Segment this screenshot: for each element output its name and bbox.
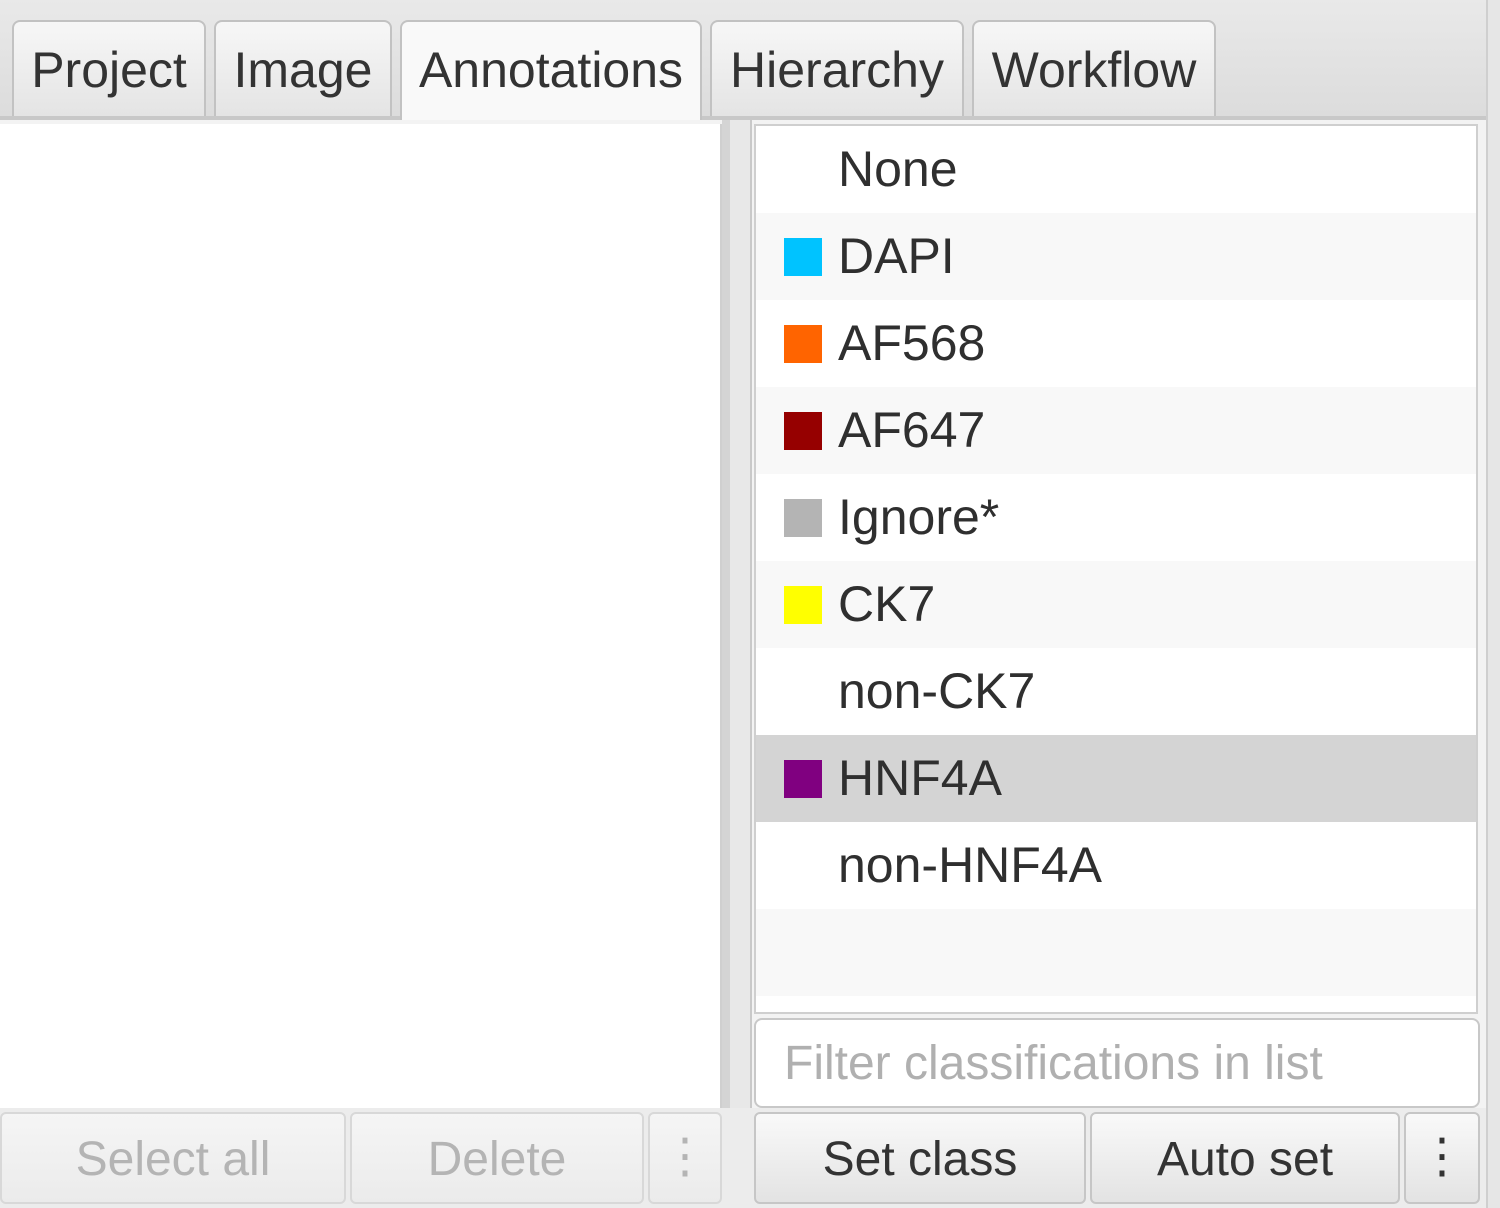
classification-label: non-HNF4A	[838, 837, 1102, 893]
classification-label: AF647	[838, 402, 986, 458]
classification-item[interactable]: HNF4A	[756, 735, 1476, 822]
classification-item[interactable]: non-HNF4A	[756, 822, 1476, 909]
classification-item[interactable]: non-CK7	[756, 648, 1476, 735]
class-color-swatch	[784, 412, 822, 450]
class-color-swatch	[784, 499, 822, 537]
classification-item[interactable]: DAPI	[756, 213, 1476, 300]
empty-list-row	[756, 996, 1476, 1012]
set-class-button[interactable]: Set class	[754, 1112, 1086, 1204]
annotations-more-options-button[interactable]: ⋮	[648, 1112, 722, 1204]
tab-annotations[interactable]: Annotations	[400, 20, 702, 120]
classification-item[interactable]: None	[756, 126, 1476, 213]
select-all-button[interactable]: Select all	[0, 1112, 346, 1204]
tab-image[interactable]: Image	[214, 20, 392, 116]
class-color-swatch	[784, 586, 822, 624]
classification-more-options-button[interactable]: ⋮	[1404, 1112, 1480, 1204]
tab-project[interactable]: Project	[12, 20, 206, 116]
classification-label: HNF4A	[838, 750, 1002, 806]
classification-list[interactable]: None DAPI AF568 AF647 Ignore* CK7 non-CK7 HNF4A…	[754, 124, 1478, 1014]
classification-item[interactable]: AF568	[756, 300, 1476, 387]
classification-label: None	[838, 141, 958, 197]
split-pane-divider[interactable]	[722, 120, 752, 1208]
tab-workflow[interactable]: Workflow	[972, 20, 1216, 116]
window-edge	[1486, 0, 1500, 1208]
tab-hierarchy[interactable]: Hierarchy	[710, 20, 964, 116]
annotation-list[interactable]	[0, 124, 722, 1108]
classification-label: non-CK7	[838, 663, 1036, 719]
auto-set-button[interactable]: Auto set	[1090, 1112, 1400, 1204]
classification-item[interactable]: CK7	[756, 561, 1476, 648]
classification-label: CK7	[838, 576, 936, 632]
class-color-swatch	[784, 760, 822, 798]
qupath-annotations-panel: Project Image Annotations Hierarchy Work…	[0, 0, 1500, 1208]
empty-list-row	[756, 909, 1476, 996]
classification-item[interactable]: Ignore*	[756, 474, 1476, 561]
filter-classifications-input[interactable]	[754, 1018, 1480, 1108]
classification-label: DAPI	[838, 228, 955, 284]
delete-button[interactable]: Delete	[350, 1112, 644, 1204]
tab-bar: Project Image Annotations Hierarchy Work…	[0, 0, 1486, 120]
class-color-swatch	[784, 238, 822, 276]
class-color-swatch	[784, 325, 822, 363]
classification-label: Ignore*	[838, 489, 1000, 545]
classification-item[interactable]: AF647	[756, 387, 1476, 474]
classification-label: AF568	[838, 315, 986, 371]
